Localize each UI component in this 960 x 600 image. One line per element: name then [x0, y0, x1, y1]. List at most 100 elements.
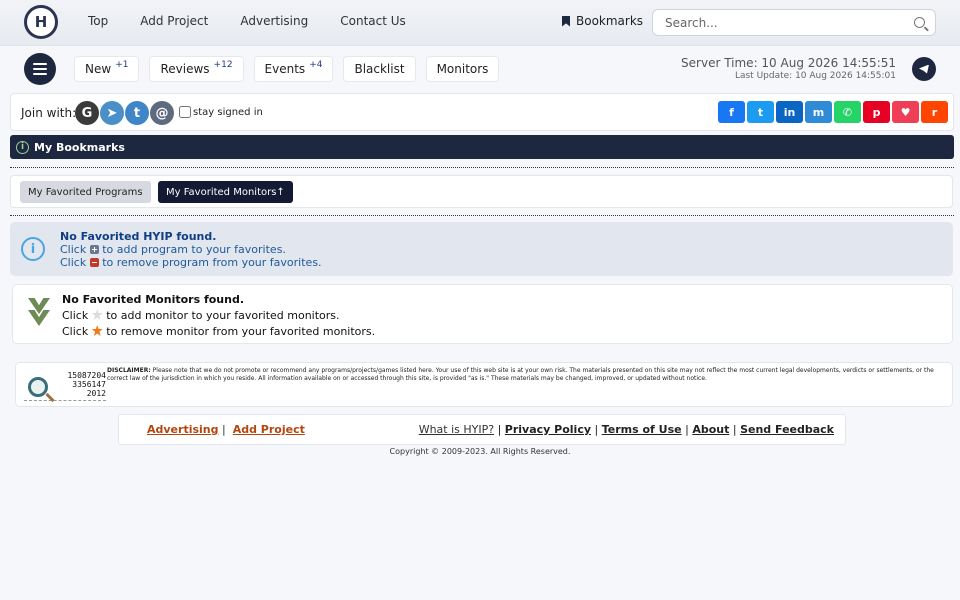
- whatsapp-icon[interactable]: ✆: [834, 101, 861, 123]
- tab-reviews[interactable]: Reviews +12: [149, 56, 244, 82]
- stay-signed-in-label: stay signed in: [193, 106, 263, 118]
- search-input[interactable]: [653, 10, 893, 35]
- monitor-alert-title: No Favorited Monitors found.: [62, 293, 245, 306]
- tab-new[interactable]: New +1: [74, 56, 140, 82]
- last-update: Last Update: 10 Aug 2026 14:55:01: [734, 71, 896, 81]
- monitor-line2-post: to remove monitor from your favorited mo…: [106, 325, 376, 338]
- divider: [10, 215, 954, 216]
- stay-signed-in-checkbox[interactable]: [179, 106, 191, 118]
- stay-signed-in[interactable]: stay signed in: [179, 106, 263, 118]
- telegram-icon: [919, 64, 929, 74]
- visitor-counter[interactable]: 15087204 3356147 2012: [24, 369, 106, 401]
- monitor-line1-pre: Click: [62, 309, 89, 322]
- hyip-alert-title: No Favorited HYIP found.: [60, 230, 217, 243]
- pocket-icon[interactable]: ♥: [892, 101, 919, 123]
- nav-add-project[interactable]: Add Project: [140, 14, 208, 28]
- search-icon[interactable]: [914, 17, 925, 28]
- google-icon[interactable]: G: [75, 101, 99, 125]
- tab-label: Blacklist: [354, 62, 405, 76]
- hyip-alert: i No Favorited HYIP found. Click to add …: [10, 222, 953, 276]
- star-filled-icon: [91, 325, 103, 336]
- magnifier-icon: [28, 377, 48, 397]
- tab-monitors[interactable]: Monitors: [425, 56, 500, 82]
- tab-badge: +4: [309, 60, 323, 70]
- section-title: My Bookmarks: [34, 140, 125, 154]
- info-circle-icon: i: [21, 237, 45, 261]
- site-logo[interactable]: H: [24, 5, 58, 39]
- footer-privacy-link[interactable]: Privacy Policy: [505, 423, 591, 436]
- facebook-icon[interactable]: f: [718, 101, 745, 123]
- tab-badge: +1: [115, 60, 129, 70]
- hyip-line2-pre: Click: [60, 256, 87, 269]
- tab-favorited-monitors[interactable]: My Favorited Monitors↑: [158, 181, 293, 203]
- minus-square-icon: [89, 258, 99, 267]
- hyip-line1-pre: Click: [60, 243, 87, 256]
- footer-add-project-link[interactable]: Add Project: [233, 423, 305, 436]
- join-bar: Join with: G ➤ t @ stay signed in f t in m ✆ p ♥ r: [10, 93, 954, 131]
- tab-label: Events: [264, 62, 306, 76]
- share-buttons: f t in m ✆ p ♥ r: [718, 101, 948, 123]
- counter-value: 2012: [86, 389, 106, 398]
- disclaimer-label: DISCLAIMER:: [107, 367, 151, 374]
- tab-badge: +12: [213, 60, 233, 70]
- join-label: Join with:: [21, 106, 77, 120]
- menu-icon-line: [33, 68, 47, 70]
- nav-advertising[interactable]: Advertising: [240, 14, 308, 28]
- star-outline-icon: [91, 309, 103, 320]
- tab-label: New: [85, 62, 112, 76]
- double-chevron-down-icon: [28, 298, 50, 328]
- footer-terms-link[interactable]: Terms of Use: [602, 423, 682, 436]
- tab-events[interactable]: Events +4: [253, 56, 334, 82]
- footer-what-is-hyip-link[interactable]: What is HYIP?: [419, 423, 494, 436]
- monitor-line2-pre: Click: [62, 325, 89, 338]
- disclaimer-body: Please note that we do not promote or re…: [107, 367, 934, 382]
- hyip-alert-text: No Favorited HYIP found. Click to add pr…: [60, 230, 322, 269]
- telegram-button[interactable]: [912, 57, 936, 81]
- twitter-icon[interactable]: t: [747, 101, 774, 123]
- server-time: Server Time: 10 Aug 2026 14:55:51: [681, 56, 896, 70]
- join-providers: G ➤ t @: [75, 101, 174, 125]
- footer-left: Advertising | Add Project: [147, 423, 305, 436]
- tab-favorited-programs[interactable]: My Favorited Programs: [20, 181, 151, 203]
- monitor-alert-text: No Favorited Monitors found. Click to ad…: [62, 292, 375, 340]
- menu-icon-line: [33, 63, 47, 65]
- tab-blacklist[interactable]: Blacklist: [343, 56, 416, 82]
- twitter-icon[interactable]: t: [125, 101, 149, 125]
- disclaimer-box: 15087204 3356147 2012 DISCLAIMER: Please…: [15, 362, 953, 407]
- footer-right: What is HYIP? | Privacy Policy | Terms o…: [418, 423, 834, 436]
- hyip-line2-post: to remove program from your favorites.: [102, 256, 322, 269]
- counter-value: 3356147: [72, 380, 106, 389]
- search-box: [652, 9, 936, 36]
- top-nav: Top Add Project Advertising Contact Us: [88, 14, 406, 28]
- linkedin-icon[interactable]: in: [776, 101, 803, 123]
- tab-label: Reviews: [160, 62, 210, 76]
- top-bar: H Top Add Project Advertising Contact Us…: [0, 0, 960, 46]
- monitor-alert: No Favorited Monitors found. Click to ad…: [12, 284, 953, 344]
- tab-label: Monitors: [436, 62, 489, 76]
- favorites-tabs: My Favorited Programs My Favorited Monit…: [10, 175, 953, 208]
- nav-top[interactable]: Top: [88, 14, 108, 28]
- bookmarks-link[interactable]: Bookmarks: [562, 14, 643, 28]
- footer-feedback-link[interactable]: Send Feedback: [740, 423, 834, 436]
- bookmark-icon: [562, 15, 570, 27]
- nav-contact-us[interactable]: Contact Us: [340, 14, 406, 28]
- logo-letter: H: [34, 13, 48, 31]
- footer-about-link[interactable]: About: [692, 423, 729, 436]
- sub-nav: New +1 Reviews +12 Events +4 Blacklist Moni…: [74, 56, 500, 82]
- menu-button[interactable]: [24, 53, 56, 85]
- disclaimer-text: DISCLAIMER: Please note that we do not p…: [107, 367, 946, 383]
- reddit-icon[interactable]: r: [921, 101, 948, 123]
- mastodon-icon[interactable]: m: [805, 101, 832, 123]
- counter-numbers: 15087204 3356147 2012: [67, 371, 106, 398]
- footer-advertising-link[interactable]: Advertising: [147, 423, 219, 436]
- menu-icon-line: [33, 73, 47, 75]
- section-header: i My Bookmarks: [10, 135, 954, 159]
- server-time-block: Server Time: 10 Aug 2026 14:55:51 Last U…: [681, 56, 896, 81]
- monitor-line1-post: to add monitor to your favorited monitor…: [106, 309, 340, 322]
- bookmarks-label: Bookmarks: [576, 14, 644, 28]
- plus-square-icon: [89, 245, 99, 254]
- telegram-icon[interactable]: ➤: [100, 101, 124, 125]
- email-icon[interactable]: @: [150, 101, 174, 125]
- divider: [10, 167, 954, 168]
- pinterest-icon[interactable]: p: [863, 101, 890, 123]
